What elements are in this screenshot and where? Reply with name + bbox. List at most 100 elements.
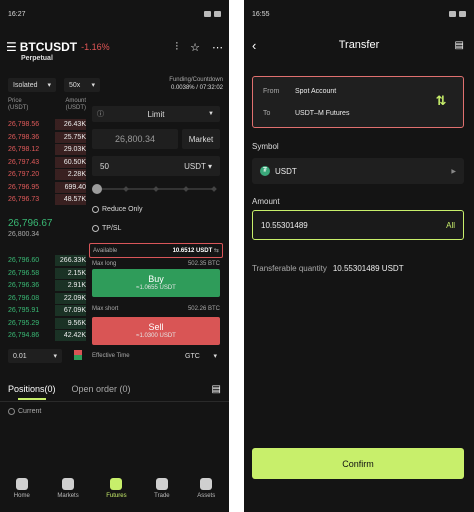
bid-row[interactable]: 26,794.86 42.42K <box>8 330 86 341</box>
order-price: 26,798.12 <box>8 146 40 153</box>
max-long: Max long 502.35 BTC <box>92 261 220 267</box>
order-price: 26,796.36 <box>8 282 40 289</box>
margin-mode-select[interactable]: Isolated ▾ <box>8 78 56 92</box>
price-input[interactable]: 26,800.34 <box>92 129 178 149</box>
order-price: 26,796.95 <box>8 183 40 191</box>
to-account[interactable]: To USDT–M Futures <box>263 110 349 117</box>
order-amount: 25.75K <box>63 133 86 141</box>
usdt-coin-icon: ₮ <box>260 166 270 176</box>
quantity-slider[interactable] <box>92 184 220 194</box>
tab-positions[interactable]: Positions(0) <box>8 384 56 400</box>
order-amount: 26.43K <box>63 121 86 128</box>
back-icon[interactable]: ‹ <box>252 38 256 53</box>
leverage-select[interactable]: 50x ▾ <box>64 78 100 92</box>
wallet-icon <box>200 477 213 490</box>
futures-trading-screen: 16:27 ☰ BTCUSDT -1.16% ⫶ ☆ ⋯ Perpetual I… <box>0 0 229 512</box>
effective-time-select[interactable]: GTC ▾ <box>182 349 220 363</box>
sell-button[interactable]: Sell ≈1.0300 USDT <box>92 317 220 345</box>
order-amount: 2.91K <box>67 282 86 289</box>
symbol-select[interactable]: ₮ USDT ▶ <box>252 158 464 184</box>
confirm-button[interactable]: Confirm <box>252 448 464 479</box>
ask-row[interactable]: 26,796.73 48.57K <box>8 194 86 205</box>
nav-futures[interactable]: Futures <box>106 477 127 499</box>
battery-icon <box>214 11 221 17</box>
order-amount: 266.33K <box>59 257 86 264</box>
from-account[interactable]: From Spot Account <box>263 88 336 95</box>
quantity-input[interactable]: 50 USDT ▾ <box>92 156 220 176</box>
current-filter[interactable]: Current <box>8 408 41 415</box>
status-bar: 16:27 <box>0 0 229 28</box>
bid-row[interactable]: 26,796.08 22.09K <box>8 292 86 304</box>
nav-home[interactable]: Home <box>14 477 30 499</box>
quantity-unit-select[interactable]: USDT ▾ <box>184 162 212 171</box>
bid-row[interactable]: 26,795.29 9.56K <box>8 317 86 329</box>
swap-icon[interactable]: ⇅ <box>433 93 449 109</box>
favorite-star-icon[interactable]: ☆ <box>190 41 200 54</box>
available-balance: Available 10.6512 USDT ⇆ <box>89 243 223 258</box>
bid-row[interactable]: 26,796.58 2.15K <box>8 267 86 279</box>
transfer-accounts: From Spot Account To USDT–M Futures ⇅ <box>252 76 464 128</box>
tpsl-toggle[interactable]: TP/SL <box>92 225 121 232</box>
page-title: Transfer <box>338 39 380 51</box>
order-amount: 2.15K <box>67 269 86 277</box>
ask-row[interactable]: 26,798.12 29.03K <box>8 144 86 155</box>
order-price: 26,796.73 <box>8 196 40 203</box>
transfer-icon[interactable]: ⇆ <box>214 248 219 254</box>
reduce-only-toggle[interactable]: Reduce Only <box>92 206 142 213</box>
price-column-header: Price (USDT) <box>8 98 29 111</box>
bottom-navigation: Home Markets Futures Trade Assets <box>0 464 229 512</box>
chevron-down-icon: ▾ <box>91 82 95 89</box>
home-icon <box>15 477 28 490</box>
all-button[interactable]: All <box>446 221 455 230</box>
order-amount: 699.40 <box>64 183 86 191</box>
ask-row[interactable]: 26,798.36 25.75K <box>8 131 86 143</box>
nav-markets[interactable]: Markets <box>57 477 79 499</box>
order-history-icon[interactable]: ▤ <box>212 384 221 395</box>
ask-row[interactable]: 26,796.95 699.40 <box>8 181 86 193</box>
order-amount: 22.09K <box>63 294 86 302</box>
order-amount: 42.42K <box>63 332 86 339</box>
divider <box>0 401 229 402</box>
tab-open-orders[interactable]: Open order (0) <box>72 384 131 394</box>
menu-icon[interactable]: ☰ <box>6 40 17 54</box>
pair-name[interactable]: BTCUSDT <box>20 40 77 54</box>
status-time: 16:27 <box>8 10 26 18</box>
last-price: 26,796.67 <box>8 218 53 229</box>
order-price: 26,797.43 <box>8 158 40 166</box>
order-price: 26,796.58 <box>8 269 40 277</box>
ask-row[interactable]: 26,797.43 60.50K <box>8 156 86 168</box>
price-change: -1.16% <box>81 42 110 52</box>
order-price: 26,797.20 <box>8 171 40 178</box>
markets-icon <box>62 477 75 490</box>
chevron-down-icon: ▾ <box>53 353 57 360</box>
bid-row[interactable]: 26,796.36 2.91K <box>8 280 86 291</box>
ask-row[interactable]: 26,797.20 2.28K <box>8 169 86 180</box>
radio-icon <box>92 225 99 232</box>
history-icon[interactable]: ▤ <box>455 40 464 51</box>
order-price: 26,798.56 <box>8 121 40 128</box>
wifi-icon <box>204 11 211 17</box>
precision-select[interactable]: 0.01 ▾ <box>8 349 62 363</box>
buy-button[interactable]: Buy ≈1.0655 USDT <box>92 269 220 297</box>
amount-input[interactable]: 10.55301489 All <box>252 210 464 240</box>
chart-icon[interactable]: ⫶ <box>175 41 178 54</box>
market-button[interactable]: Market <box>182 129 220 149</box>
status-icons <box>204 11 221 17</box>
ask-row[interactable]: 26,798.56 26.43K <box>8 119 86 130</box>
info-icon[interactable]: ⓘ <box>97 109 104 119</box>
bid-row[interactable]: 26,795.91 67.09K <box>8 305 86 316</box>
orderbook-view-icon[interactable] <box>74 350 82 360</box>
status-time: 16:55 <box>252 10 270 18</box>
order-type-select[interactable]: ⓘ Limit ▼ <box>92 106 220 122</box>
more-icon[interactable]: ⋯ <box>212 41 223 54</box>
bid-row[interactable]: 26,796.60 266.33K <box>8 255 86 266</box>
chevron-down-icon: ▾ <box>213 353 217 360</box>
transferable-quantity: Transferable quantity 10.55301489 USDT <box>252 264 404 273</box>
max-short: Max short 502.26 BTC <box>92 306 220 312</box>
order-price: 26,795.29 <box>8 319 40 327</box>
slider-handle[interactable] <box>92 184 102 194</box>
transfer-screen: 16:55 ‹ Transfer ▤ From Spot Account To … <box>244 0 474 512</box>
nav-trade[interactable]: Trade <box>154 477 170 499</box>
nav-assets[interactable]: Assets <box>197 477 215 499</box>
order-price: 26,798.36 <box>8 133 40 141</box>
